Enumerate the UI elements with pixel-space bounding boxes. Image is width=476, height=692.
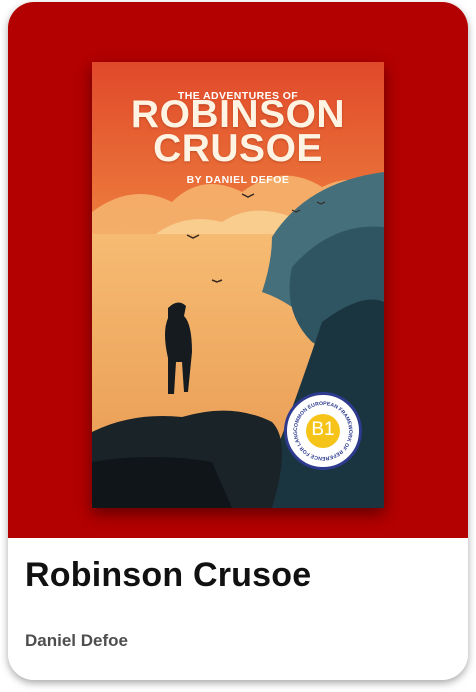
cover-area: THE ADVENTURES OF ROBINSON CRUSOE BY DAN… [8,2,468,538]
level-label: B1 [311,419,335,440]
badge-center: B1 [306,414,340,448]
cover-title: ROBINSON CRUSOE [92,95,384,170]
cover-title-line-2: CRUSOE [153,127,323,170]
book-info: Robinson Crusoe Daniel Defoe [8,538,468,680]
book-card[interactable]: THE ADVENTURES OF ROBINSON CRUSOE BY DAN… [8,2,468,680]
book-author: Daniel Defoe [25,631,128,650]
book-cover-image: THE ADVENTURES OF ROBINSON CRUSOE BY DAN… [92,62,384,508]
cefr-level-badge: COMMON EUROPEAN FRAMEWORK OF REFERENCE F… [284,392,362,470]
cover-author-text: BY DANIEL DEFOE [186,174,290,186]
book-title: Robinson Crusoe [25,556,312,594]
